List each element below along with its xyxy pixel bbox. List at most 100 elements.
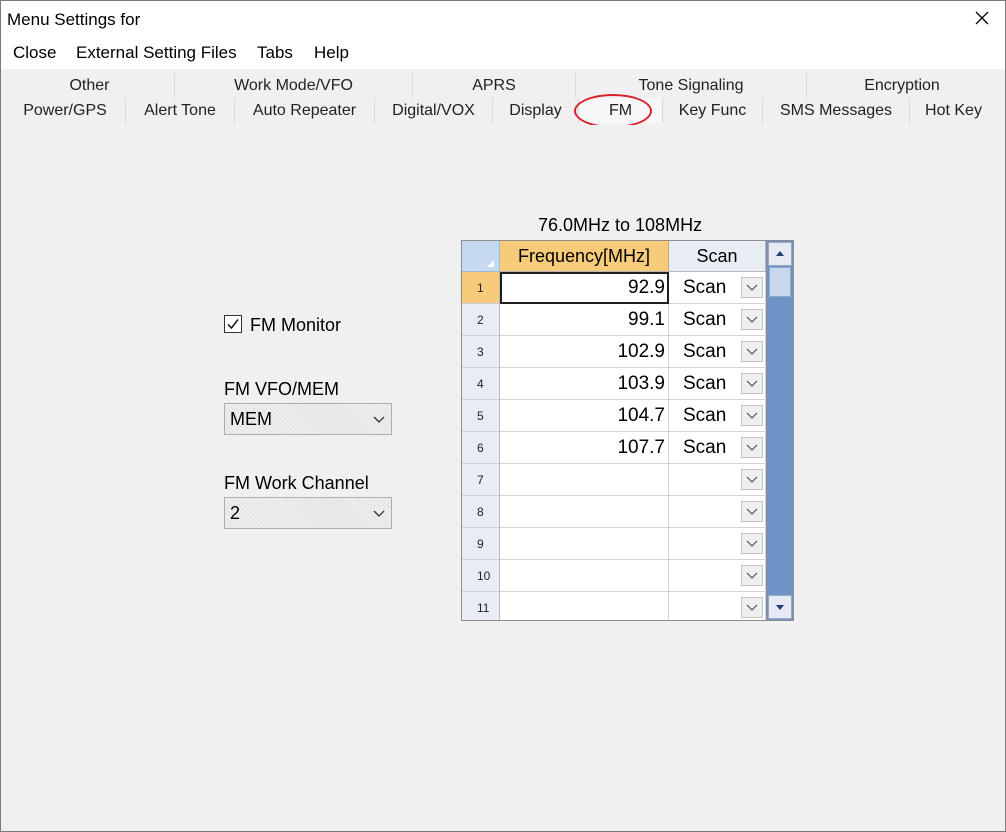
scan-value: Scan bbox=[683, 373, 727, 394]
row-header[interactable]: 2 bbox=[462, 304, 500, 336]
table-row: 10 bbox=[462, 560, 766, 592]
fm-channel-grid: Frequency[MHz] Scan 1 92.9 Scan 2 99.1 S… bbox=[461, 240, 794, 621]
scan-dropdown-button[interactable] bbox=[741, 277, 763, 298]
scan-cell[interactable] bbox=[669, 464, 766, 496]
frequency-cell[interactable] bbox=[500, 496, 669, 528]
tab-alert-tone[interactable]: Alert Tone bbox=[126, 98, 235, 123]
grid-vertical-scrollbar[interactable] bbox=[766, 241, 793, 620]
fm-vfo-mem-dropdown[interactable]: MEM bbox=[224, 403, 392, 435]
table-row: 3 102.9 Scan bbox=[462, 336, 766, 368]
scan-cell[interactable] bbox=[669, 528, 766, 560]
scan-value: Scan bbox=[683, 437, 727, 458]
scan-dropdown-button[interactable] bbox=[741, 373, 763, 394]
fm-monitor-checkbox[interactable] bbox=[224, 315, 242, 333]
fm-vfo-mem-value: MEM bbox=[230, 409, 272, 429]
tab-aprs[interactable]: APRS bbox=[413, 73, 576, 98]
tab-row-bottom: Power/GPS Alert Tone Auto Repeater Digit… bbox=[5, 98, 997, 123]
scan-cell[interactable]: Scan bbox=[669, 368, 766, 400]
menu-bar: Close External Setting Files Tabs Help bbox=[1, 37, 1005, 69]
scan-cell[interactable] bbox=[669, 560, 766, 592]
fm-work-channel-label: FM Work Channel bbox=[224, 473, 369, 493]
menu-close[interactable]: Close bbox=[13, 43, 56, 63]
table-row: 2 99.1 Scan bbox=[462, 304, 766, 336]
tab-display[interactable]: Display bbox=[493, 98, 579, 123]
row-header[interactable]: 9 bbox=[462, 528, 500, 560]
column-header-frequency[interactable]: Frequency[MHz] bbox=[500, 241, 669, 272]
fm-work-channel-value: 2 bbox=[230, 503, 241, 523]
row-header[interactable]: 8 bbox=[462, 496, 500, 528]
tab-encryption[interactable]: Encryption bbox=[807, 73, 997, 98]
row-header[interactable]: 7 bbox=[462, 464, 500, 496]
chevron-down-icon bbox=[373, 510, 385, 517]
tab-digital-vox[interactable]: Digital/VOX bbox=[375, 98, 493, 123]
frequency-cell[interactable]: 102.9 bbox=[500, 336, 669, 368]
scrollbar-thumb[interactable] bbox=[769, 267, 791, 297]
row-header[interactable]: 1 bbox=[462, 272, 500, 304]
scan-dropdown-button[interactable] bbox=[741, 437, 763, 458]
tab-hot-key[interactable]: Hot Key bbox=[910, 98, 997, 123]
table-row: 9 bbox=[462, 528, 766, 560]
frequency-range-label: 76.0MHz to 108MHz bbox=[538, 215, 703, 235]
scan-cell[interactable]: Scan bbox=[669, 400, 766, 432]
scan-dropdown-button[interactable] bbox=[741, 309, 763, 330]
frequency-cell[interactable] bbox=[500, 464, 669, 496]
chevron-down-icon bbox=[746, 444, 758, 451]
scan-cell[interactable]: Scan bbox=[669, 336, 766, 368]
tab-power-gps[interactable]: Power/GPS bbox=[5, 98, 126, 123]
scan-value: Scan bbox=[683, 277, 727, 298]
scan-cell[interactable] bbox=[669, 592, 766, 620]
menu-external-setting-files[interactable]: External Setting Files bbox=[76, 43, 237, 63]
checkmark-icon bbox=[227, 319, 239, 330]
scroll-up-button[interactable] bbox=[768, 242, 792, 266]
scan-cell[interactable]: Scan bbox=[669, 432, 766, 464]
scan-dropdown-button[interactable] bbox=[741, 341, 763, 362]
frequency-cell[interactable] bbox=[500, 592, 669, 620]
column-header-scan[interactable]: Scan bbox=[669, 241, 766, 272]
scan-cell[interactable]: Scan bbox=[669, 272, 766, 304]
frequency-cell[interactable] bbox=[500, 528, 669, 560]
tab-fm[interactable]: FM bbox=[579, 98, 663, 123]
scan-cell[interactable]: Scan bbox=[669, 304, 766, 336]
frequency-cell[interactable]: 107.7 bbox=[500, 432, 669, 464]
menu-help[interactable]: Help bbox=[314, 43, 349, 63]
grid-corner-select-all[interactable] bbox=[462, 241, 500, 272]
tab-tone-signaling[interactable]: Tone Signaling bbox=[576, 73, 807, 98]
close-window-button[interactable] bbox=[959, 1, 1005, 37]
frequency-cell[interactable] bbox=[500, 560, 669, 592]
triangle-up-icon bbox=[776, 251, 784, 256]
scan-dropdown-button[interactable] bbox=[741, 501, 763, 522]
scan-dropdown-button[interactable] bbox=[741, 533, 763, 554]
row-header[interactable]: 11 bbox=[462, 592, 500, 620]
frequency-cell[interactable]: 92.9 bbox=[500, 272, 669, 304]
chevron-down-icon bbox=[746, 604, 758, 611]
title-bar: Menu Settings for bbox=[1, 1, 1005, 37]
scan-dropdown-button[interactable] bbox=[741, 405, 763, 426]
fm-monitor-label: FM Monitor bbox=[250, 315, 342, 335]
menu-settings-window: Menu Settings for Close External Setting… bbox=[0, 0, 1006, 832]
row-header[interactable]: 6 bbox=[462, 432, 500, 464]
corner-triangle-icon bbox=[487, 260, 494, 267]
menu-tabs[interactable]: Tabs bbox=[257, 43, 293, 63]
frequency-cell[interactable]: 104.7 bbox=[500, 400, 669, 432]
tab-other[interactable]: Other bbox=[5, 73, 175, 98]
frequency-cell[interactable]: 103.9 bbox=[500, 368, 669, 400]
scan-dropdown-button[interactable] bbox=[741, 565, 763, 586]
tab-work-mode-vfo[interactable]: Work Mode/VFO bbox=[175, 73, 413, 98]
row-header[interactable]: 3 bbox=[462, 336, 500, 368]
row-header[interactable]: 10 bbox=[462, 560, 500, 592]
row-header[interactable]: 4 bbox=[462, 368, 500, 400]
tab-auto-repeater[interactable]: Auto Repeater bbox=[235, 98, 375, 123]
frequency-cell[interactable]: 99.1 bbox=[500, 304, 669, 336]
chevron-down-icon bbox=[373, 416, 385, 423]
table-row: 6 107.7 Scan bbox=[462, 432, 766, 464]
scan-value: Scan bbox=[683, 405, 727, 426]
scroll-down-button[interactable] bbox=[768, 595, 792, 619]
scan-dropdown-button[interactable] bbox=[741, 469, 763, 490]
scan-dropdown-button[interactable] bbox=[741, 597, 763, 618]
fm-work-channel-dropdown[interactable]: 2 bbox=[224, 497, 392, 529]
tab-sms-messages[interactable]: SMS Messages bbox=[763, 98, 910, 123]
scan-cell[interactable] bbox=[669, 496, 766, 528]
chevron-down-icon bbox=[746, 348, 758, 355]
row-header[interactable]: 5 bbox=[462, 400, 500, 432]
tab-key-func[interactable]: Key Func bbox=[663, 98, 763, 123]
